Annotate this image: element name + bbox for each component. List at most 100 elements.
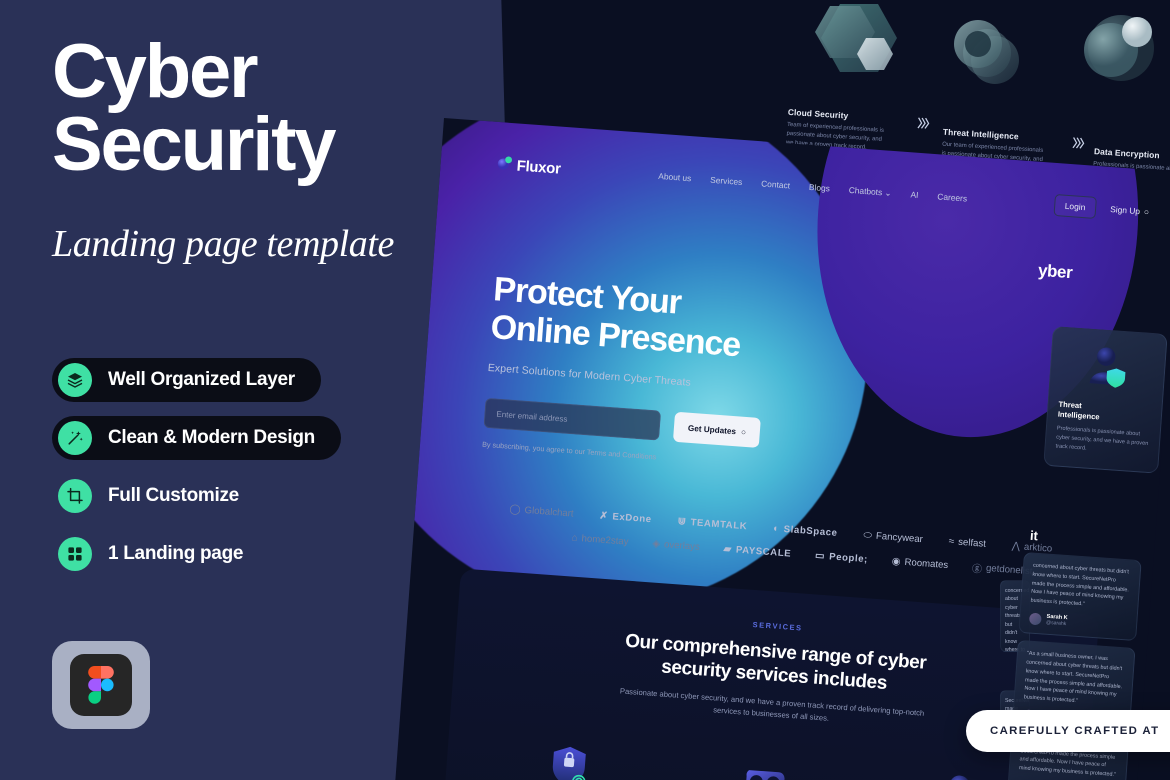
feature-item-well-organized-layer: Well Organized Layer (52, 358, 321, 402)
feature-label: 1 Landing page (108, 543, 244, 564)
floating-card-body: Professionals is passionate about cyber … (1055, 425, 1149, 452)
brand-selfast: ≈ selfast (948, 536, 986, 550)
wave-icon: ≈ (948, 536, 955, 548)
brand-label: SlabSpace (783, 524, 838, 539)
shield-fingerprint-icon (483, 728, 659, 780)
poster-left-panel: Cyber Security Landing page template Wel… (0, 0, 525, 780)
brand-label: overlays (663, 539, 701, 553)
sphere-cluster-shape (1075, 4, 1159, 88)
brand-payscale: ▰ PAYSCALE (723, 544, 791, 560)
testimonial-handle: @sarahk (1045, 620, 1067, 628)
feature-label: Full Customize (108, 485, 239, 506)
brand-globalchart: ◯ Globalchart (509, 504, 574, 520)
circle-arrow-icon: ○ (740, 427, 747, 437)
brand-label: People; (828, 551, 869, 566)
get-updates-label: Get Updates (687, 423, 737, 436)
text-fragment-cyber: yber (1037, 260, 1073, 283)
ring-cylinder-shape (945, 8, 1029, 92)
hexagon-cluster-shape (808, 0, 908, 86)
nav-link-services[interactable]: Services (710, 175, 743, 187)
floating-card-threat-intelligence[interactable]: Threat Intelligence Professionals is pas… (1043, 326, 1168, 474)
grid-icon (58, 537, 92, 571)
nav-links: About us Services Contact Blogs Chatbots… (658, 171, 968, 204)
brand-label: TEAMTALK (690, 517, 748, 533)
smile-icon: ⋓ (677, 516, 687, 528)
feature-item-full-customize: Full Customize (52, 474, 261, 518)
brand-overlays: ◈ overlays (652, 538, 700, 552)
login-button[interactable]: Login (1053, 193, 1098, 219)
oval-icon: ⬭ (863, 529, 873, 542)
brand-label: selfast (957, 536, 987, 550)
service-card-data-encryption[interactable]: Data Encryption Team of experienced prof… (674, 743, 855, 780)
nav-link-chatbots[interactable]: Chatbots ⌄ (848, 185, 891, 198)
testimonial-quote: "As a small business owner, I was concer… (1023, 650, 1123, 705)
brand-label: Roomates (904, 556, 949, 572)
chevron-right-triple-icon[interactable]: 〉〉〉 (1072, 135, 1089, 152)
figma-badge (52, 641, 150, 729)
nav-link-blogs[interactable]: Blogs (809, 182, 831, 194)
crop-icon (58, 479, 92, 513)
half-circle-icon: ◐ (772, 523, 781, 535)
floating-card-title: Threat Intelligence (1058, 400, 1152, 426)
feature-label: Clean & Modern Design (108, 427, 315, 448)
chevron-right-triple-icon[interactable]: 〉〉〉 (917, 115, 934, 132)
speech-bubble-icon: ▭ (814, 550, 826, 563)
brand-label: home2stay (581, 533, 629, 548)
brand-teamtalk: ⋓ TEAMTALK (677, 516, 747, 532)
site-logo-text: Fluxor (516, 156, 562, 178)
brand-people: ▭ People; (815, 550, 869, 565)
nav-link-ai[interactable]: AI (910, 189, 919, 200)
hero-section: Protect Your Online Presence Expert Solu… (482, 270, 771, 469)
pin-icon: ◉ (891, 556, 901, 568)
sparkle-wand-icon (58, 421, 92, 455)
circle-outline-icon: ◯ (509, 503, 522, 516)
get-updates-button[interactable]: Get Updates ○ (672, 411, 762, 449)
hero-heading: Protect Your Online Presence (489, 270, 770, 366)
brand-slabspace: ◐ SlabSpace (773, 523, 838, 539)
avatar (1028, 612, 1042, 626)
signup-label: Sign Up (1109, 204, 1141, 217)
auth-actions: Login Sign Up ○ (1053, 193, 1150, 223)
newsletter-form: Enter email address Get Updates ○ (483, 397, 762, 449)
nav-link-contact[interactable]: Contact (761, 178, 791, 190)
hero-subheading: Expert Solutions for Modern Cyber Threat… (487, 362, 692, 389)
page-title: Cyber Security (52, 29, 337, 187)
testimonial-author: Sarah K @sarahk (1028, 612, 1128, 632)
brand-roomates: ◉ Roomates (891, 556, 948, 571)
diamond-icon: ◈ (651, 538, 661, 550)
figma-logo-icon (70, 654, 132, 716)
brand-fancywear: ⬭ Fancywear (863, 530, 923, 545)
person-shield-icon (1060, 338, 1156, 396)
layers-icon (58, 363, 92, 397)
signup-button[interactable]: Sign Up ○ (1110, 204, 1149, 217)
poster-canvas: Cloud Security Team of experienced profe… (0, 0, 1170, 780)
nav-link-about-us[interactable]: About us (658, 171, 692, 183)
testimonial-quote: concerned about cyber threats but didn't… (1030, 562, 1130, 608)
feature-item-landing-page: 1 Landing page (52, 532, 265, 576)
mask-lock-icon (679, 743, 855, 780)
feature-list: Well Organized Layer Clean & Modern Desi… (52, 358, 392, 590)
crafted-badge[interactable]: CAREFULLY CRAFTED AT Slab! (966, 710, 1170, 752)
fluxor-orb-icon (496, 154, 513, 176)
g-circle-icon: ⓖ (971, 563, 983, 576)
service-card-network-security[interactable]: Network Security Our team of experienced… (478, 728, 659, 780)
x-mark-icon: ✗ (599, 510, 609, 523)
text-fragment-it: it (1029, 527, 1039, 544)
testimonial-card[interactable]: concerned about cyber threats but didn't… (1018, 552, 1142, 642)
circle-arrow-icon: ○ (1143, 206, 1150, 217)
page-subtitle: Landing page template (52, 223, 395, 265)
brand-home2stay: ⌂ home2stay (571, 532, 629, 547)
square-block-icon: ▰ (723, 543, 733, 556)
site-logo[interactable]: Fluxor (496, 154, 561, 180)
house-icon: ⌂ (571, 532, 579, 544)
triangle-icon: ⋀ (1011, 540, 1021, 553)
brand-label: PAYSCALE (735, 544, 792, 560)
feature-label: Well Organized Layer (108, 369, 295, 390)
brand-label: ExDone (612, 511, 653, 526)
page-title-line2: Security (52, 101, 337, 187)
page-title-line1: Cyber (52, 29, 259, 114)
brand-label: Globalchart (524, 504, 574, 520)
brand-exdone: ✗ ExDone (599, 510, 652, 525)
nav-link-careers[interactable]: Careers (937, 191, 967, 203)
email-input[interactable]: Enter email address (483, 397, 662, 441)
